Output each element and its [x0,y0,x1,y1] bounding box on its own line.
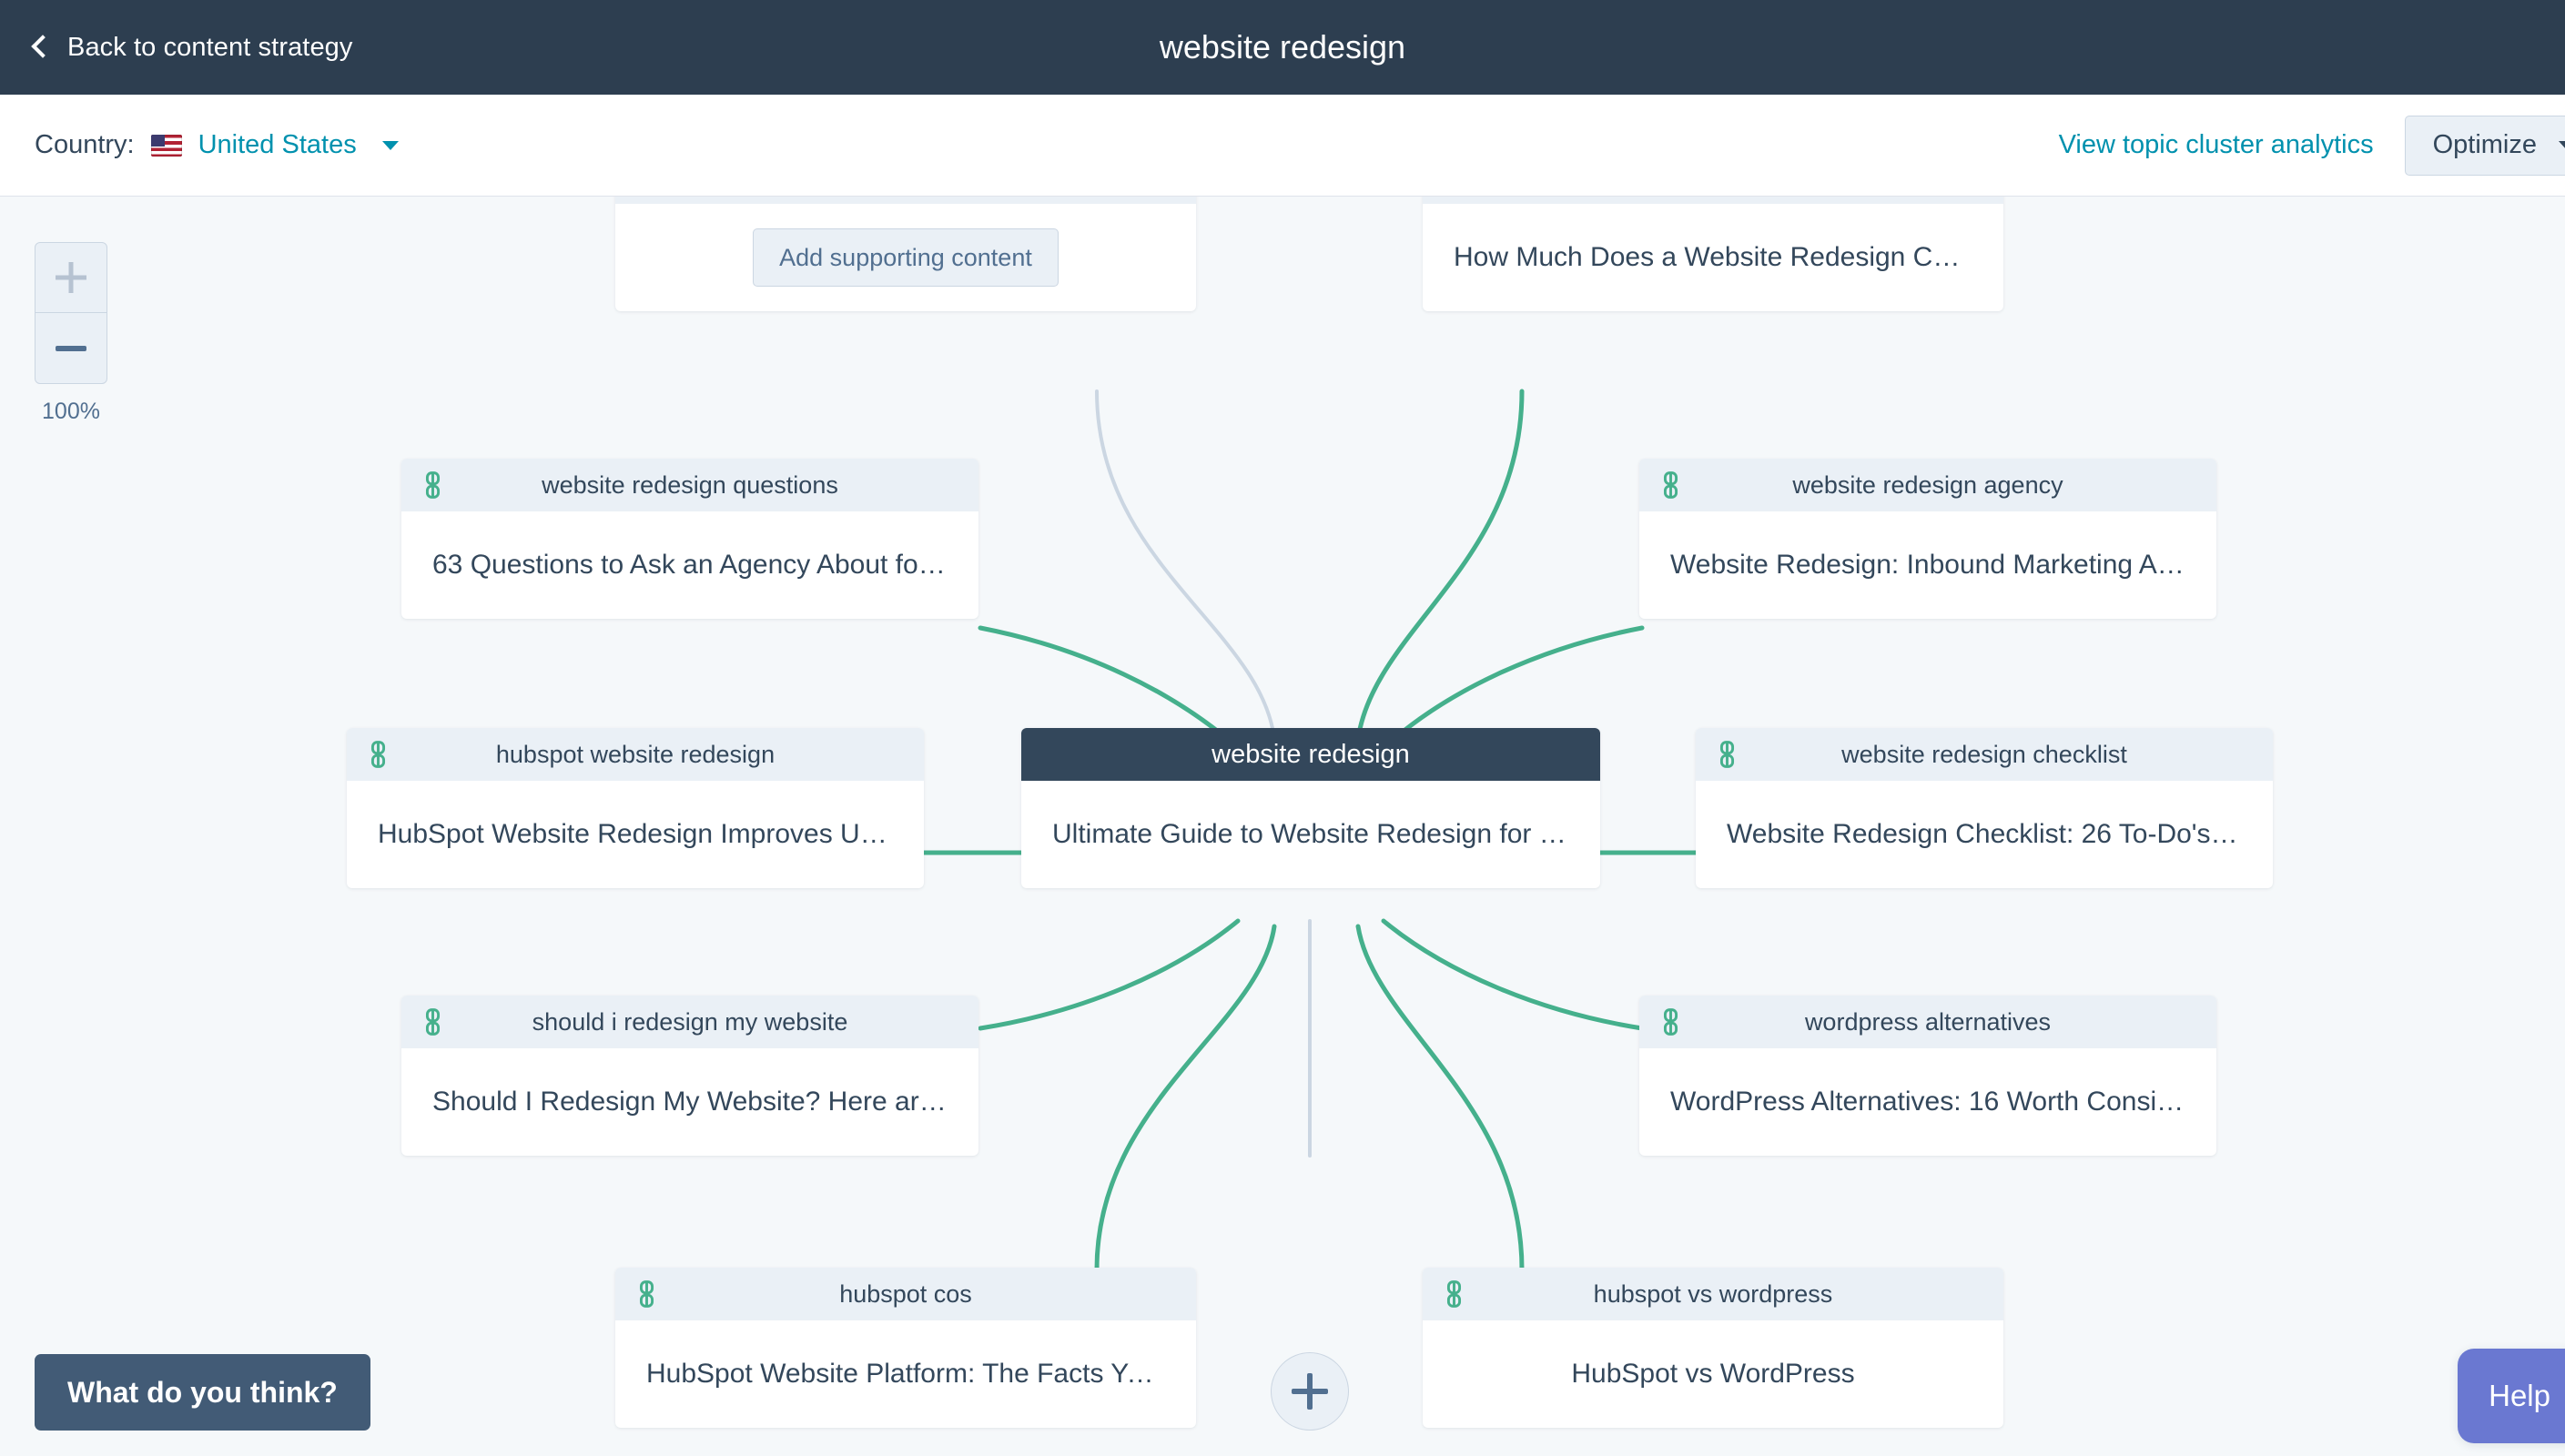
node-header: website redesign questions [401,459,978,511]
add-supporting-content-button[interactable]: Add supporting content [753,228,1059,287]
subtopic-node-website-redesign-agency[interactable]: website redesign agency Website Redesign… [1639,459,2216,619]
node-content-title: How Much Does a Website Redesign Cost? [1454,242,1972,272]
zoom-control[interactable] [35,242,107,384]
country-label: Country: [35,130,135,159]
node-body: How Much Does a Website Redesign Cost? [1423,204,2003,311]
core-node-keyword: website redesign [1212,739,1410,769]
node-keyword: website redesign questions [542,470,838,499]
node-content-title: Should I Redesign My Website? Here are … [432,1087,948,1117]
node-body: Website Redesign: Inbound Marketing Ag… [1639,511,2216,619]
node-content-title: HubSpot Website Redesign Improves UX, … [378,819,893,849]
subtopic-node-website-redesign-cost[interactable]: website redesign cost How Much Does a We… [1423,197,2003,311]
node-keyword: website redesign agency [1792,470,2063,499]
zoom-out-button[interactable] [35,313,106,383]
node-body: HubSpot vs WordPress [1423,1320,2003,1428]
subtopic-node-website-redesign-checklist[interactable]: website redesign checklist Website Redes… [1696,728,2273,888]
link-icon [370,741,386,768]
node-header: website redesign cost [1423,197,2003,204]
node-body: Add supporting content [615,204,1196,311]
node-body: HubSpot Website Platform: The Facts You … [615,1320,1196,1428]
app-header: Back to content strategy website redesig… [0,0,2565,95]
link-icon [639,1280,654,1308]
add-subtopic-button[interactable] [1271,1352,1349,1431]
node-header: website redesign process [615,197,1196,204]
subtopic-node-website-redesign-process[interactable]: website redesign process Add supporting … [615,197,1196,311]
link-icon [1719,741,1735,768]
node-content-title: WordPress Alternatives: 16 Worth Consid… [1670,1087,2185,1117]
us-flag-icon [150,134,182,157]
node-keyword: hubspot website redesign [495,740,776,768]
link-icon [1663,1008,1678,1036]
link-icon [1446,1280,1462,1308]
add-supporting-content-label: Add supporting content [779,243,1032,271]
link-icon [1663,471,1678,499]
node-content-title: HubSpot Website Platform: The Facts You … [646,1359,1165,1389]
page-title: website redesign [1159,28,1406,66]
node-content-title: 63 Questions to Ask an Agency About for … [432,550,948,580]
link-icon [425,1008,441,1036]
node-header: website redesign agency [1639,459,2216,511]
subtopic-node-wordpress-alternatives[interactable]: wordpress alternatives WordPress Alterna… [1639,996,2216,1156]
help-button[interactable]: Help [2458,1349,2565,1443]
feedback-button-label: What do you think? [67,1375,338,1409]
chevron-down-icon [2559,140,2565,150]
help-button-label: Help [2489,1379,2550,1412]
feedback-button[interactable]: What do you think? [35,1354,370,1431]
core-node-body: Ultimate Guide to Website Redesign for B… [1021,781,1600,888]
subtopic-node-hubspot-website-redesign[interactable]: hubspot website redesign HubSpot Website… [347,728,924,888]
zoom-level-label: 100% [42,399,100,424]
node-keyword: hubspot cos [839,1279,972,1308]
node-keyword: should i redesign my website [532,1007,848,1036]
view-topic-cluster-analytics-link[interactable]: View topic cluster analytics [2059,130,2374,160]
core-node-content-title: Ultimate Guide to Website Redesign for B… [1052,819,1569,849]
node-keyword: website redesign checklist [1841,740,2127,768]
link-icon [425,471,441,499]
subtopic-node-website-redesign-questions[interactable]: website redesign questions 63 Questions … [401,459,978,619]
zoom-in-button[interactable] [35,243,106,313]
chevron-down-icon [381,140,399,150]
node-content-title: Website Redesign Checklist: 26 To-Do's B… [1727,819,2242,849]
country-value[interactable]: United States [198,130,357,160]
core-node-header: website redesign [1021,728,1600,781]
node-content-title: HubSpot vs WordPress [1571,1359,1855,1389]
node-header: hubspot vs wordpress [1423,1268,2003,1320]
node-header: hubspot cos [615,1268,1196,1320]
optimize-button-label: Optimize [2432,130,2537,159]
topic-cluster-canvas[interactable]: 100% website redesign process Add suppor… [0,197,2565,1456]
back-link-label: Back to content strategy [67,32,353,62]
node-body: Website Redesign Checklist: 26 To-Do's B… [1696,781,2273,888]
node-keyword: hubspot vs wordpress [1593,1279,1833,1308]
chevron-left-icon [31,35,55,58]
node-body: 63 Questions to Ask an Agency About for … [401,511,978,619]
plus-circle-icon [1292,1373,1328,1410]
core-topic-node[interactable]: website redesign Ultimate Guide to Websi… [1021,728,1600,888]
node-body: Should I Redesign My Website? Here are … [401,1048,978,1156]
back-to-content-strategy-link[interactable]: Back to content strategy [31,0,353,95]
node-header: wordpress alternatives [1639,996,2216,1048]
node-header: website redesign checklist [1696,728,2273,781]
minus-icon [56,345,86,351]
subtopic-node-should-i-redesign-my-website[interactable]: should i redesign my website Should I Re… [401,996,978,1156]
node-content-title: Website Redesign: Inbound Marketing Ag… [1670,550,2185,580]
subtopic-node-hubspot-vs-wordpress[interactable]: hubspot vs wordpress HubSpot vs WordPres… [1423,1268,2003,1428]
node-body: HubSpot Website Redesign Improves UX, … [347,781,924,888]
optimize-button[interactable]: Optimize [2404,115,2565,176]
country-selector[interactable]: Country: United States [35,95,399,196]
node-body: WordPress Alternatives: 16 Worth Consid… [1639,1048,2216,1156]
toolbar: Country: United States View topic cluste… [0,95,2565,197]
subtopic-node-hubspot-cos[interactable]: hubspot cos HubSpot Website Platform: Th… [615,1268,1196,1428]
node-header: hubspot website redesign [347,728,924,781]
node-keyword: wordpress alternatives [1804,1007,2052,1036]
node-header: should i redesign my website [401,996,978,1048]
toolbar-actions: View topic cluster analytics Optimize [2059,95,2565,196]
